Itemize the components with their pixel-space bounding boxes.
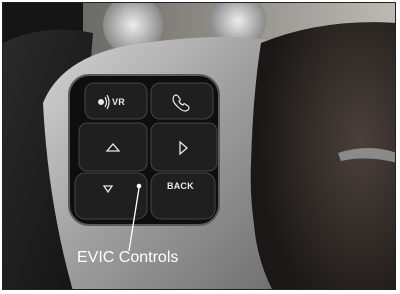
phone-button[interactable] [151, 83, 213, 119]
up-arrow-button[interactable] [79, 123, 147, 171]
down-arrow-button[interactable] [75, 173, 147, 219]
right-arrow-button[interactable] [151, 123, 217, 171]
voice-command-button[interactable] [85, 83, 147, 119]
steering-wheel-photo: VR BACK EVIC Controls [2, 2, 396, 290]
back-button[interactable] [151, 173, 215, 219]
evic-controls-caption: EVIC Controls [77, 249, 179, 266]
